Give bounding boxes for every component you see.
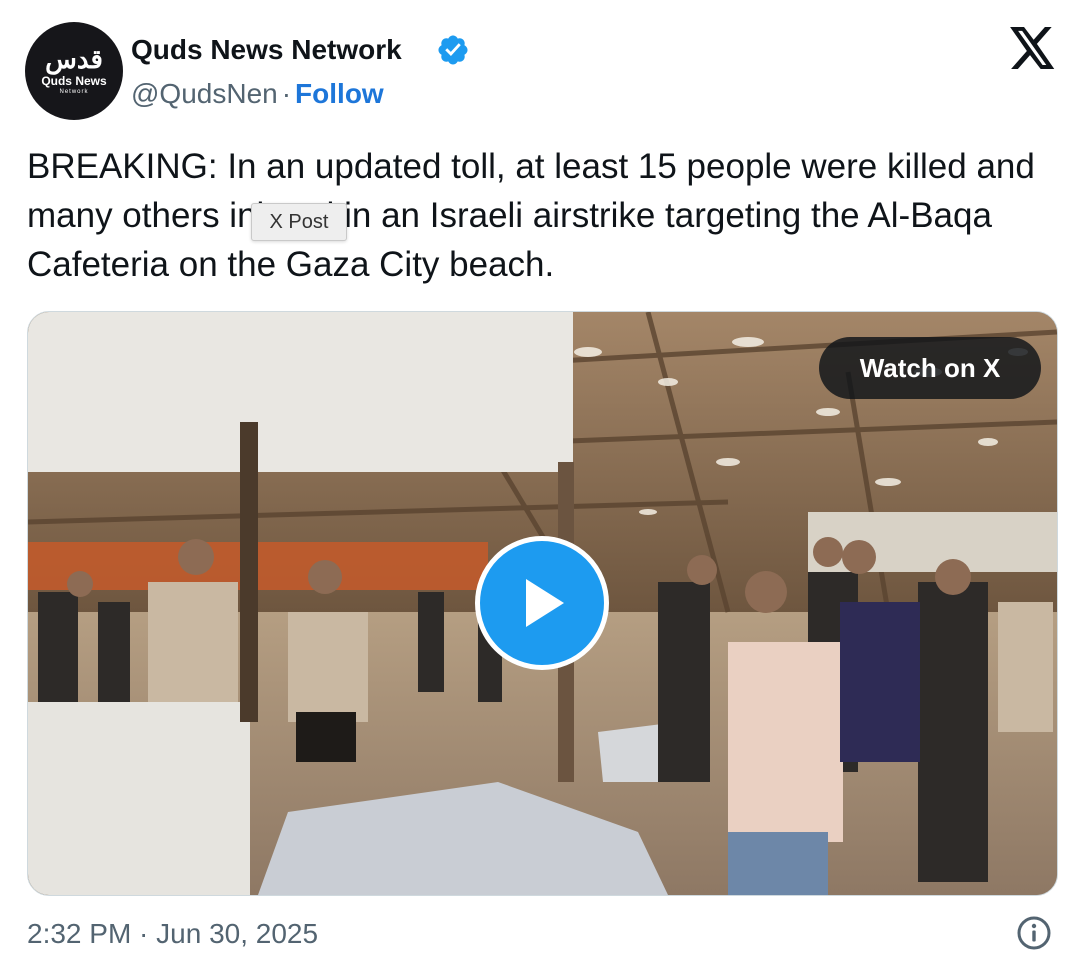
tooltip: X Post	[251, 203, 347, 241]
watch-on-x-button[interactable]: Watch on X	[819, 337, 1041, 399]
separator-dot: ·	[281, 78, 292, 109]
avatar[interactable]: قدس Quds News Network	[25, 22, 123, 120]
author-handle[interactable]: @QudsNen	[131, 78, 278, 109]
avatar-logo-sub: Network	[59, 88, 89, 95]
author-name[interactable]: Quds News Network	[131, 32, 402, 68]
avatar-logo-script: قدس	[45, 44, 104, 75]
handle-row: @QudsNen · Follow	[131, 76, 384, 112]
x-logo-icon[interactable]	[1010, 27, 1056, 69]
follow-button[interactable]: Follow	[295, 78, 384, 109]
avatar-logo-name: Quds News	[41, 73, 107, 88]
info-icon[interactable]	[1016, 915, 1052, 951]
verified-badge-icon	[438, 35, 468, 65]
tweet-timestamp[interactable]: 2:32 PM · Jun 30, 2025	[27, 914, 318, 954]
play-icon	[526, 579, 564, 627]
tweet-text: BREAKING: In an updated toll, at least 1…	[27, 147, 1035, 284]
play-button[interactable]	[475, 536, 609, 670]
video-player[interactable]: Watch on X	[27, 311, 1058, 896]
